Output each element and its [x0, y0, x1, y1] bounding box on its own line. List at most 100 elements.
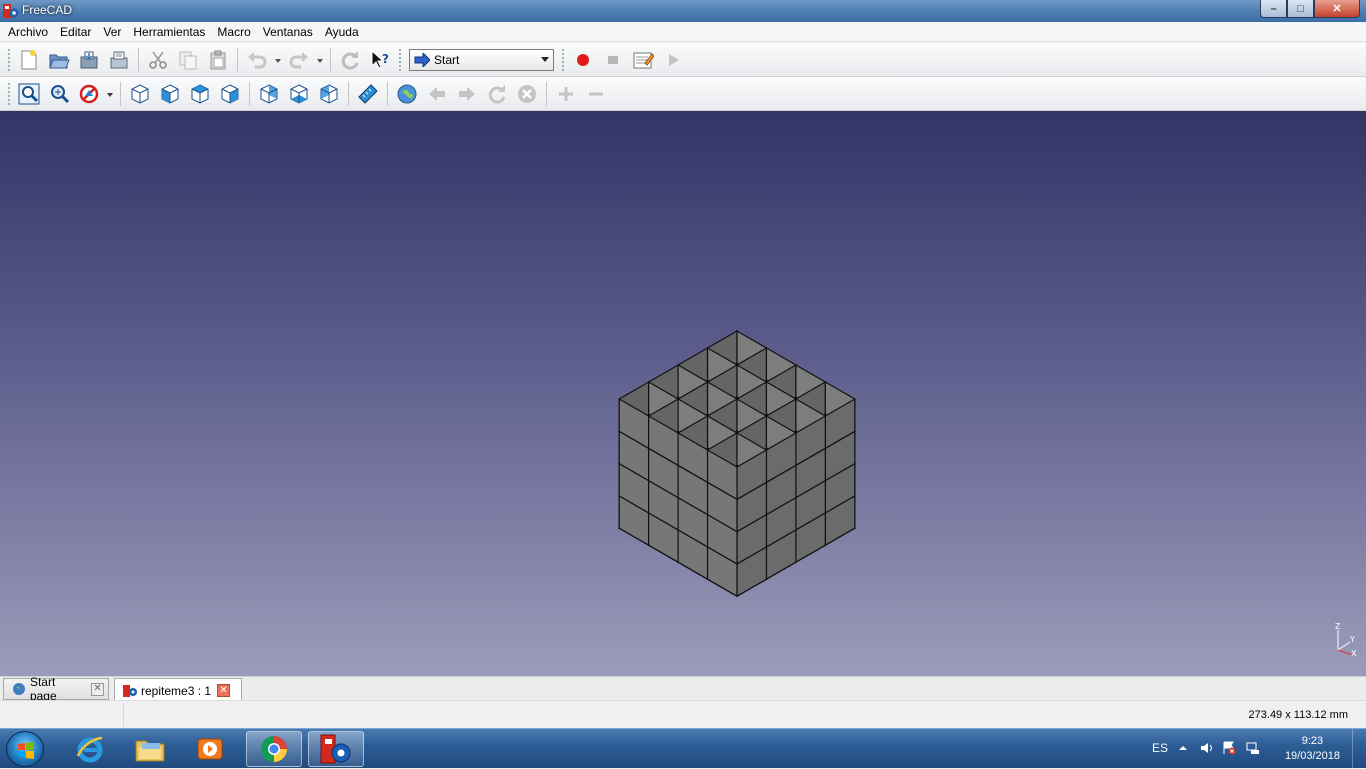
show-desktop-button[interactable]: [1352, 729, 1366, 769]
toolbar-grip[interactable]: [7, 47, 11, 72]
measure-distance-icon: [358, 83, 378, 104]
save-button[interactable]: [75, 46, 103, 74]
tab-close-button[interactable]: ✕: [91, 682, 104, 696]
tab-close-button[interactable]: ✕: [217, 684, 231, 697]
save-as-button[interactable]: [105, 46, 133, 74]
workbench-label: Start: [434, 52, 460, 67]
freecad-doc-icon: [123, 684, 137, 697]
toolbar-separator: [330, 47, 331, 72]
taskbar-file-explorer[interactable]: [122, 731, 178, 767]
record-macro-button[interactable]: [569, 46, 597, 74]
stop-macro-button[interactable]: [599, 46, 627, 74]
axis-cross-icon: Z Y X: [1335, 622, 1357, 658]
menu-archivo[interactable]: Archivo: [2, 22, 54, 42]
taskbar-chrome[interactable]: [246, 731, 302, 767]
toolbar-separator: [120, 81, 121, 106]
toolbar-separator: [237, 47, 238, 72]
open-file-button[interactable]: [45, 46, 73, 74]
start-button[interactable]: [6, 731, 44, 767]
menu-ver[interactable]: Ver: [97, 22, 127, 42]
toolbar-grip[interactable]: [561, 47, 565, 72]
undo-button[interactable]: [243, 46, 271, 74]
clock[interactable]: 9:23 19/03/2018: [1285, 734, 1340, 764]
draw-style-dropdown[interactable]: [105, 80, 115, 108]
stop-macro-icon: [608, 55, 618, 64]
back-button[interactable]: [423, 80, 451, 108]
menu-editar[interactable]: Editar: [54, 22, 97, 42]
toolbar-grip[interactable]: [7, 81, 11, 106]
menu-herramientas[interactable]: Herramientas: [127, 22, 211, 42]
undo-icon: [248, 51, 267, 68]
network-icon[interactable]: [1246, 741, 1260, 755]
zoom-in-button[interactable]: [552, 80, 580, 108]
menu-macro[interactable]: Macro: [211, 22, 256, 42]
refresh-button[interactable]: [336, 46, 364, 74]
whats-this-icon: ?: [371, 49, 389, 69]
toolbar-separator: [387, 81, 388, 106]
forward-button[interactable]: [453, 80, 481, 108]
undo-dropdown[interactable]: [273, 46, 283, 74]
fit-selection-button[interactable]: [45, 80, 73, 108]
taskbar-freecad[interactable]: [308, 731, 364, 767]
refresh-page-icon: [488, 84, 506, 104]
show-hidden-icons-icon[interactable]: [1176, 741, 1190, 755]
fit-all-button[interactable]: [15, 80, 43, 108]
close-button[interactable]: ✕: [1314, 0, 1360, 18]
toolbar-separator: [348, 81, 349, 106]
refresh-page-button[interactable]: [483, 80, 511, 108]
tab-document[interactable]: repiteme3 : 1 ✕: [114, 678, 242, 702]
toolbar-grip[interactable]: [398, 47, 402, 72]
draw-style-button[interactable]: [75, 80, 103, 108]
freecad-logo-icon: [3, 4, 19, 18]
tab-label: repiteme3 : 1: [141, 683, 212, 698]
run-macro-button[interactable]: [659, 46, 687, 74]
menu-ayuda[interactable]: Ayuda: [319, 22, 365, 42]
axis-x-label: X: [1351, 649, 1357, 658]
file-explorer-icon: [135, 740, 165, 762]
web-home-icon: [397, 84, 417, 103]
taskbar-media-player[interactable]: [182, 731, 238, 767]
volume-icon[interactable]: [1200, 741, 1214, 755]
workbench-selector[interactable]: Start: [409, 48, 554, 71]
language-indicator[interactable]: ES: [1152, 741, 1168, 755]
redo-dropdown[interactable]: [315, 46, 325, 74]
chevron-down-icon: [317, 58, 323, 63]
bottom-view-button[interactable]: [285, 80, 313, 108]
rear-view-button[interactable]: [255, 80, 283, 108]
measure-distance-button[interactable]: [354, 80, 382, 108]
bottom-view-icon: [290, 83, 308, 104]
lattice-model[interactable]: [540, 311, 935, 676]
whats-this-button[interactable]: ?: [366, 46, 394, 74]
left-view-button[interactable]: [315, 80, 343, 108]
stop-loading-icon: [518, 84, 536, 103]
back-icon: [429, 86, 445, 101]
new-file-icon: [21, 49, 37, 69]
web-home-button[interactable]: [393, 80, 421, 108]
maximize-button[interactable]: □: [1287, 0, 1314, 18]
tab-start-page[interactable]: Start page ✕: [3, 675, 109, 703]
edit-macro-button[interactable]: [629, 46, 657, 74]
minimize-button[interactable]: –: [1260, 0, 1287, 18]
right-view-icon: [221, 83, 239, 104]
isometric-view-button[interactable]: [126, 80, 154, 108]
new-file-button[interactable]: [15, 46, 43, 74]
front-view-button[interactable]: [156, 80, 184, 108]
title-bar: FreeCAD – □ ✕: [0, 0, 1366, 22]
redo-button[interactable]: [285, 46, 313, 74]
cut-button[interactable]: [144, 46, 172, 74]
windows-logo-icon: [18, 742, 34, 759]
taskbar-internet-explorer[interactable]: [62, 731, 118, 767]
3d-viewport[interactable]: Z Y X: [0, 111, 1366, 676]
menu-ventanas[interactable]: Ventanas: [257, 22, 319, 42]
refresh-icon: [341, 50, 359, 70]
action-center-icon[interactable]: [1222, 741, 1236, 755]
edit-macro-icon: [633, 52, 654, 68]
zoom-out-button[interactable]: [582, 80, 610, 108]
svg-text:?: ?: [382, 52, 389, 66]
dimensions-readout: 273.49 x 113.12 mm: [1248, 709, 1348, 721]
copy-button[interactable]: [174, 46, 202, 74]
right-view-button[interactable]: [216, 80, 244, 108]
paste-button[interactable]: [204, 46, 232, 74]
stop-loading-button[interactable]: [513, 80, 541, 108]
top-view-button[interactable]: [186, 80, 214, 108]
